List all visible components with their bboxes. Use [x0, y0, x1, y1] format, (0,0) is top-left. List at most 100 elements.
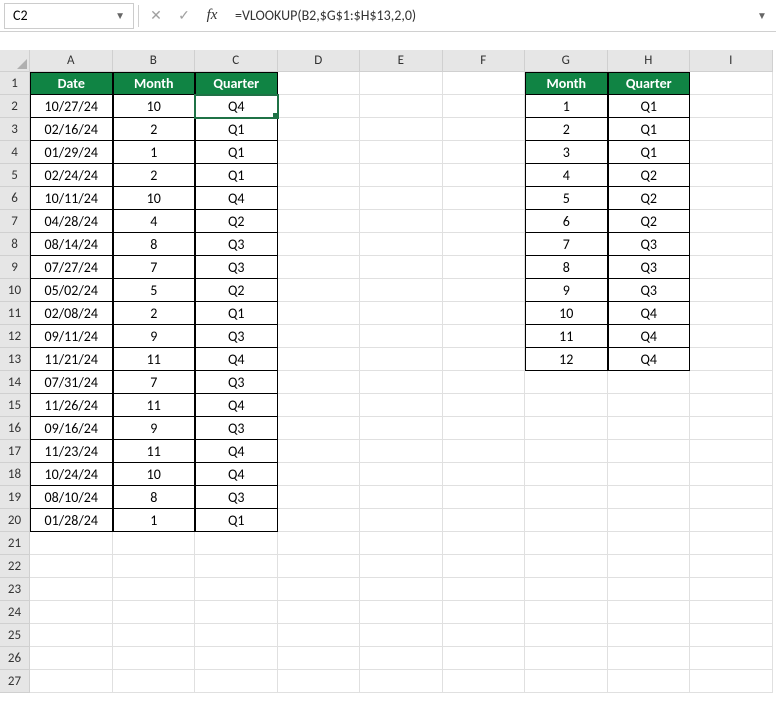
row-header-20[interactable]: 20: [0, 509, 30, 532]
column-header-H[interactable]: H: [608, 50, 691, 72]
cell-I13[interactable]: [690, 348, 773, 371]
cell-D16[interactable]: [278, 417, 361, 440]
cell-E21[interactable]: [360, 532, 443, 555]
cell-B3[interactable]: 2: [113, 118, 196, 141]
confirm-icon[interactable]: ✓: [171, 3, 197, 29]
cell-F16[interactable]: [443, 417, 526, 440]
cell-A19[interactable]: 08/10/24: [30, 486, 113, 509]
cell-F19[interactable]: [443, 486, 526, 509]
cell-A7[interactable]: 04/28/24: [30, 210, 113, 233]
cell-I14[interactable]: [690, 371, 773, 394]
cell-A14[interactable]: 07/31/24: [30, 371, 113, 394]
cell-I27[interactable]: [690, 670, 773, 693]
cell-D13[interactable]: [278, 348, 361, 371]
cell-G6[interactable]: 5: [525, 187, 608, 210]
cell-F1[interactable]: [443, 72, 526, 95]
row-header-11[interactable]: 11: [0, 302, 30, 325]
cell-C13[interactable]: Q4: [195, 348, 278, 371]
cell-E5[interactable]: [360, 164, 443, 187]
cell-D24[interactable]: [278, 601, 361, 624]
cell-E4[interactable]: [360, 141, 443, 164]
cell-E14[interactable]: [360, 371, 443, 394]
cell-C20[interactable]: Q1: [195, 509, 278, 532]
cell-C21[interactable]: [195, 532, 278, 555]
cell-I9[interactable]: [690, 256, 773, 279]
cell-G10[interactable]: 9: [525, 279, 608, 302]
cell-G3[interactable]: 2: [525, 118, 608, 141]
cell-C26[interactable]: [195, 647, 278, 670]
cell-H3[interactable]: Q1: [608, 118, 691, 141]
cell-I20[interactable]: [690, 509, 773, 532]
cell-G26[interactable]: [525, 647, 608, 670]
cell-G9[interactable]: 8: [525, 256, 608, 279]
cell-I16[interactable]: [690, 417, 773, 440]
cell-B9[interactable]: 7: [113, 256, 196, 279]
cell-F7[interactable]: [443, 210, 526, 233]
cell-D17[interactable]: [278, 440, 361, 463]
cell-H12[interactable]: Q4: [608, 325, 691, 348]
cell-B25[interactable]: [113, 624, 196, 647]
cell-D4[interactable]: [278, 141, 361, 164]
cell-D11[interactable]: [278, 302, 361, 325]
cell-A8[interactable]: 08/14/24: [30, 233, 113, 256]
cell-G15[interactable]: [525, 394, 608, 417]
cell-E27[interactable]: [360, 670, 443, 693]
cell-A18[interactable]: 10/24/24: [30, 463, 113, 486]
cell-A2[interactable]: 10/27/24: [30, 95, 113, 118]
cell-E6[interactable]: [360, 187, 443, 210]
cell-E22[interactable]: [360, 555, 443, 578]
cell-E19[interactable]: [360, 486, 443, 509]
cell-H17[interactable]: [608, 440, 691, 463]
column-header-D[interactable]: D: [278, 50, 361, 72]
cell-I24[interactable]: [690, 601, 773, 624]
cell-A27[interactable]: [30, 670, 113, 693]
row-header-15[interactable]: 15: [0, 394, 30, 417]
column-header-F[interactable]: F: [443, 50, 526, 72]
cell-B23[interactable]: [113, 578, 196, 601]
cell-D18[interactable]: [278, 463, 361, 486]
cell-I1[interactable]: [690, 72, 773, 95]
cell-H19[interactable]: [608, 486, 691, 509]
cell-B16[interactable]: 9: [113, 417, 196, 440]
formula-expand-icon[interactable]: ▼: [752, 3, 772, 29]
cell-G1[interactable]: Month: [525, 72, 608, 95]
cell-E23[interactable]: [360, 578, 443, 601]
cell-D22[interactable]: [278, 555, 361, 578]
cell-F22[interactable]: [443, 555, 526, 578]
cell-A9[interactable]: 07/27/24: [30, 256, 113, 279]
row-header-9[interactable]: 9: [0, 256, 30, 279]
row-header-22[interactable]: 22: [0, 555, 30, 578]
cell-I22[interactable]: [690, 555, 773, 578]
row-header-13[interactable]: 13: [0, 348, 30, 371]
cell-B2[interactable]: 10: [113, 95, 196, 118]
cell-I5[interactable]: [690, 164, 773, 187]
row-header-25[interactable]: 25: [0, 624, 30, 647]
cell-B26[interactable]: [113, 647, 196, 670]
cell-D2[interactable]: [278, 95, 361, 118]
cell-G7[interactable]: 6: [525, 210, 608, 233]
cell-I19[interactable]: [690, 486, 773, 509]
cell-F11[interactable]: [443, 302, 526, 325]
cell-E9[interactable]: [360, 256, 443, 279]
cell-C16[interactable]: Q3: [195, 417, 278, 440]
cell-I17[interactable]: [690, 440, 773, 463]
cell-G25[interactable]: [525, 624, 608, 647]
cell-C10[interactable]: Q2: [195, 279, 278, 302]
cell-G23[interactable]: [525, 578, 608, 601]
cell-B11[interactable]: 2: [113, 302, 196, 325]
cell-H15[interactable]: [608, 394, 691, 417]
cell-B24[interactable]: [113, 601, 196, 624]
cell-D10[interactable]: [278, 279, 361, 302]
cell-D23[interactable]: [278, 578, 361, 601]
cell-E12[interactable]: [360, 325, 443, 348]
cell-C2[interactable]: Q4: [195, 95, 278, 118]
cell-A24[interactable]: [30, 601, 113, 624]
cell-H2[interactable]: Q1: [608, 95, 691, 118]
cell-G17[interactable]: [525, 440, 608, 463]
cell-F9[interactable]: [443, 256, 526, 279]
cell-I11[interactable]: [690, 302, 773, 325]
row-header-8[interactable]: 8: [0, 233, 30, 256]
cell-B4[interactable]: 1: [113, 141, 196, 164]
cell-E11[interactable]: [360, 302, 443, 325]
cell-H4[interactable]: Q1: [608, 141, 691, 164]
